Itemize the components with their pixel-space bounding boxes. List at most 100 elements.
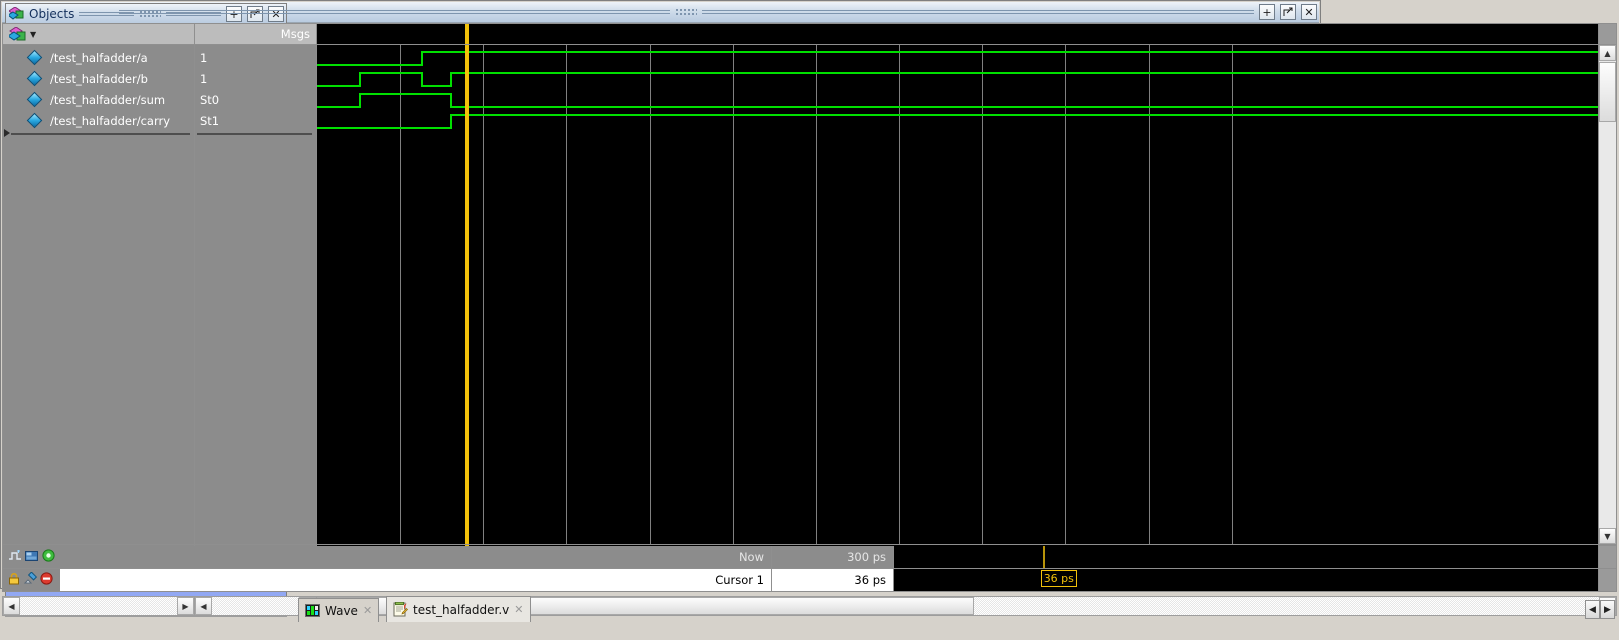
wave-body: ▼ Msgs /test_halfadder/a /test_halfadder… — [2, 23, 1617, 638]
waveform-canvas[interactable] — [317, 45, 1599, 545]
simulation-run-icon[interactable] — [42, 549, 55, 565]
wave-vertical-scrollbar[interactable]: ▲ ▼ — [1599, 45, 1617, 545]
cursor-edit-icon[interactable] — [23, 572, 37, 588]
wave-signal-row[interactable]: /test_halfadder/b — [3, 68, 148, 89]
cursor-time-flag[interactable]: 36 ps — [1041, 570, 1077, 587]
waveform-edge — [421, 51, 423, 66]
waveform-gridline — [400, 45, 401, 544]
tab-label: test_halfadder.v — [413, 603, 509, 617]
waveform-gridline — [483, 45, 484, 544]
now-row-scroll-pad — [1599, 546, 1617, 569]
waveform-edge — [450, 114, 452, 129]
waveform-segment — [450, 72, 1598, 74]
wave-expand-marker-icon[interactable] — [4, 129, 10, 137]
wave-signal-row[interactable]: /test_halfadder/carry — [3, 110, 170, 131]
waveform-segment — [450, 114, 1598, 116]
names-hscrollbar[interactable]: ◀ ▶ — [2, 596, 195, 616]
waveform-segment — [317, 64, 421, 66]
tab-scroll-right-icon[interactable]: ▶ — [1600, 600, 1615, 619]
header-cursor-marker — [465, 24, 469, 44]
waveform-gridline — [1232, 45, 1233, 544]
title-rule-left — [119, 8, 671, 17]
waveform-edge — [359, 93, 361, 108]
objects-panel-title: Objects — [29, 7, 74, 21]
tab-wave[interactable]: Wave ✕ — [298, 598, 379, 622]
tabbar-nav-buttons: ◀ ▶ — [1585, 600, 1615, 619]
waveform-edge — [359, 72, 361, 87]
cursor-lock-icon[interactable] — [8, 572, 20, 588]
wave-zoom-icon[interactable] — [8, 550, 22, 565]
wave-msgs-header: Msgs — [195, 23, 317, 45]
scroll-up-arrow-icon[interactable]: ▲ — [1599, 45, 1616, 61]
tab-scroll-left-icon[interactable]: ◀ — [1585, 600, 1600, 619]
tab-close-icon[interactable]: ✕ — [363, 604, 372, 617]
drag-grip[interactable] — [675, 8, 697, 17]
now-row-cursor-marker — [1043, 546, 1045, 568]
wave-signal-names[interactable]: /test_halfadder/a /test_halfadder/b /tes… — [2, 45, 195, 545]
signal-diamond-icon — [28, 115, 41, 126]
wave-values-divider — [197, 133, 312, 135]
waveform-segment — [421, 51, 1598, 53]
waveform-edge — [450, 72, 452, 87]
chevron-down-icon[interactable]: ▼ — [30, 30, 36, 39]
application-window: Objects + ✕ Name Value 36 ps — [0, 0, 1619, 640]
cursor-row-scroll-pad — [1599, 569, 1617, 592]
waveform-segment — [359, 72, 421, 74]
wave-header-row: ▼ Msgs — [2, 23, 1617, 45]
waveform-gridline — [982, 45, 983, 544]
scroll-left-arrow-icon[interactable]: ◀ — [195, 597, 212, 615]
now-label: Now — [60, 546, 772, 569]
cursor-row-icons — [2, 569, 60, 592]
wave-signal-label: /test_halfadder/a — [50, 51, 148, 65]
scroll-track[interactable] — [20, 597, 177, 615]
signal-diamond-icon — [28, 73, 41, 84]
wave-names-divider — [11, 133, 190, 135]
wave-value: St0 — [200, 89, 219, 110]
objects-panel-icon — [9, 7, 24, 21]
scroll-right-arrow-icon[interactable]: ▶ — [177, 597, 194, 615]
waveform-gridline — [816, 45, 817, 544]
wave-vscroll-header-pad — [1599, 23, 1617, 45]
waveform-segment — [450, 106, 1598, 108]
wave-signal-row[interactable]: /test_halfadder/a — [3, 47, 148, 68]
wave-signal-row[interactable]: /test_halfadder/sum — [3, 89, 165, 110]
scroll-track[interactable] — [212, 597, 299, 615]
scroll-left-arrow-icon[interactable]: ◀ — [3, 597, 20, 615]
wave-window: Wave - Default + ✕ — [0, 0, 1321, 589]
wave-value: 1 — [200, 68, 207, 89]
signal-diamond-icon — [28, 52, 41, 63]
bottom-tab-bar: Wave ✕ test_halfadder.v ✕ — [294, 594, 1615, 622]
wave-window-pane-icon[interactable] — [25, 550, 39, 565]
wave-header-canvas — [317, 23, 1599, 45]
waveform-gridline — [1065, 45, 1066, 544]
waveform-gridline — [650, 45, 651, 544]
waveform-segment — [317, 106, 359, 108]
waveform-segment — [317, 127, 450, 129]
now-row-icons — [2, 546, 60, 569]
cursor-value[interactable]: 36 ps — [772, 569, 894, 592]
waveform-gridline — [899, 45, 900, 544]
tab-test-halfadder-v[interactable]: test_halfadder.v ✕ — [386, 596, 531, 622]
scroll-thumb[interactable] — [1599, 62, 1616, 122]
wave-value: St1 — [200, 110, 219, 131]
wave-cursor-row: Cursor 1 36 ps 36 ps — [2, 569, 1617, 592]
tab-close-icon[interactable]: ✕ — [514, 603, 523, 616]
wave-objects-icon — [9, 27, 26, 42]
scroll-down-arrow-icon[interactable]: ▼ — [1599, 528, 1616, 544]
wave-close-button[interactable]: ✕ — [1301, 4, 1317, 20]
now-value: 300 ps — [772, 546, 894, 569]
waveform-gridline — [733, 45, 734, 544]
wave-add-button[interactable]: + — [1259, 4, 1275, 20]
signal-diamond-icon — [28, 94, 41, 105]
wave-cursor-line[interactable] — [465, 45, 469, 544]
cursor-delete-icon[interactable] — [40, 572, 53, 588]
wave-now-row: Now 300 ps — [2, 546, 1617, 569]
wave-value: 1 — [200, 47, 207, 68]
cursor-label[interactable]: Cursor 1 — [60, 569, 772, 592]
verilog-file-icon — [393, 602, 408, 617]
wave-signal-label: /test_halfadder/sum — [50, 93, 165, 107]
title-rule-right — [702, 8, 1254, 17]
wave-objects-dropdown[interactable]: ▼ — [2, 23, 195, 45]
cursor-flag-strip[interactable]: 36 ps — [894, 569, 1599, 592]
wave-undock-button[interactable] — [1280, 4, 1296, 20]
